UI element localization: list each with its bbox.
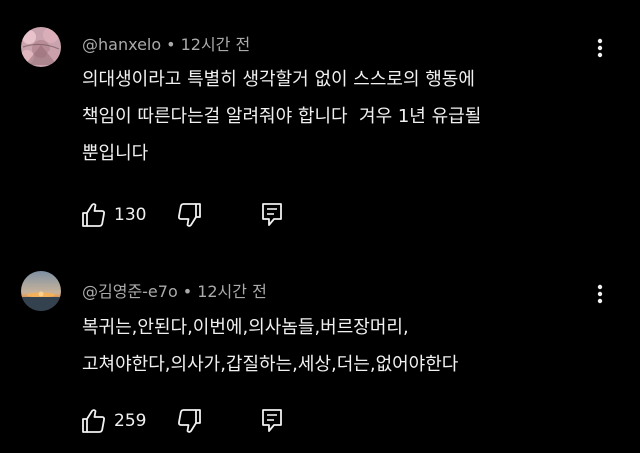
thumbs-down-icon [178, 203, 201, 227]
reply-button[interactable] [260, 406, 284, 436]
comment-text: 의대생이라고 특별히 생각할거 없이 스스로의 행동에 책임이 따른다는걸 알려… [82, 61, 582, 172]
thumbs-up-icon [82, 409, 105, 433]
meta-separator: • [166, 35, 176, 54]
comment-text-line: 복귀는,안된다,이번에,의사놈들,버르장머리, [82, 317, 409, 338]
comment-actions: 130 [80, 200, 300, 230]
reply-button[interactable] [260, 200, 284, 230]
like-button[interactable] [80, 200, 108, 230]
avatar[interactable] [21, 271, 61, 311]
dislike-button[interactable] [175, 406, 203, 436]
comment-time[interactable]: 12시간 전 [197, 282, 267, 301]
thumbs-down-icon [178, 409, 201, 433]
comment-author[interactable]: @김영준-e7o [82, 282, 178, 301]
comment-text-line: 의대생이라고 특별히 생각할거 없이 스스로의 행동에 [82, 69, 475, 90]
like-button[interactable] [80, 406, 108, 436]
more-options-button[interactable] [590, 36, 610, 62]
avatar[interactable] [21, 27, 61, 67]
comment-text-line: 책임이 따른다는걸 알려줘야 합니다 겨우 1년 유급될 [82, 106, 482, 127]
dislike-button[interactable] [175, 200, 203, 230]
comment-meta: @김영준-e7o • 12시간 전 [82, 278, 267, 302]
reply-icon [262, 409, 282, 432]
comment-actions: 259 [80, 406, 300, 436]
comment-card: @김영준-e7o • 12시간 전 복귀는,안된다,이번에,의사놈들,버르장머리, … [0, 240, 640, 453]
more-options-button[interactable] [590, 282, 610, 308]
more-vert-icon [597, 284, 603, 304]
reply-icon [262, 203, 282, 226]
comment-author[interactable]: @hanxelo [82, 35, 161, 54]
comment-text: 복귀는,안된다,이번에,의사놈들,버르장머리, 고쳐야한다,의사가,갑질하는,세… [82, 309, 582, 383]
comment-text-line: 뿐입니다 [82, 143, 149, 164]
comment-card: @hanxelo • 12시간 전 의대생이라고 특별히 생각할거 없이 스스로의 … [0, 0, 640, 240]
thumbs-up-icon [82, 203, 105, 227]
more-vert-icon [597, 38, 603, 58]
like-count: 130 [114, 205, 147, 225]
like-count: 259 [114, 411, 147, 431]
meta-separator: • [182, 282, 193, 301]
cherry-blossom-avatar-icon [21, 27, 61, 67]
comment-meta: @hanxelo • 12시간 전 [82, 31, 250, 55]
sunset-avatar-icon [21, 271, 61, 311]
comment-time[interactable]: 12시간 전 [181, 35, 251, 54]
comment-text-line: 고쳐야한다,의사가,갑질하는,세상,더는,없어야한다 [82, 354, 459, 375]
